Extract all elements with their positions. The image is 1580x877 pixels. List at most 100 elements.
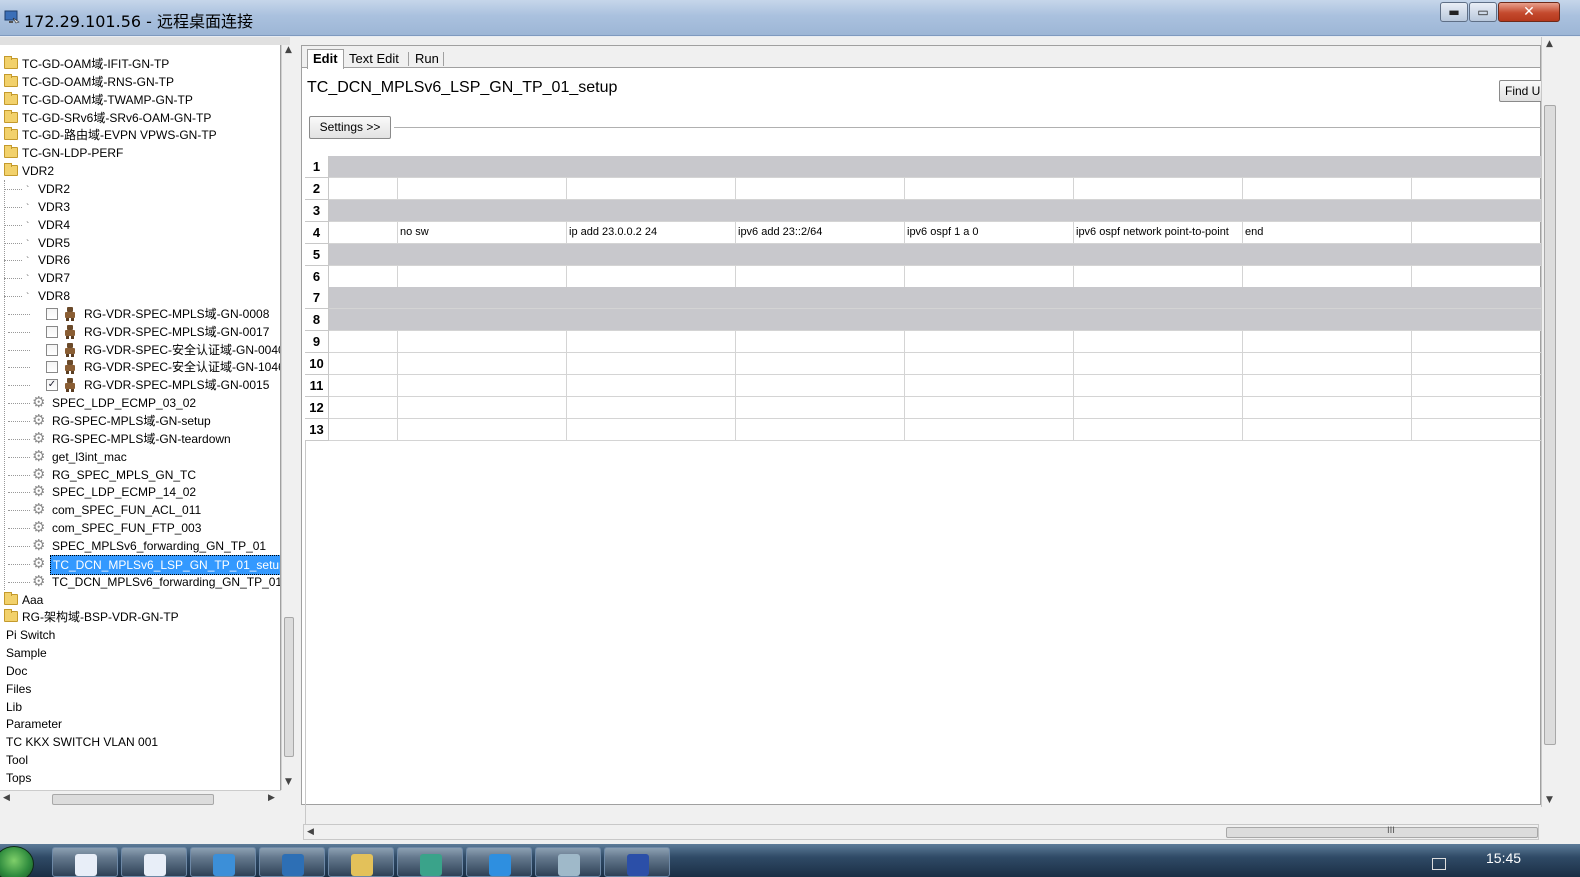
editor-horizontal-scrollbar[interactable]: ◀ III bbox=[303, 824, 1539, 840]
test-checkbox[interactable] bbox=[46, 343, 58, 356]
table-cell[interactable]: no sw bbox=[398, 221, 567, 243]
table-cell[interactable] bbox=[567, 396, 736, 418]
editor-vscroll-thumb[interactable] bbox=[1544, 105, 1556, 745]
tree-item[interactable]: TC-GD-OAM域-TWAMP-GN-TP bbox=[0, 91, 280, 109]
tree-item[interactable]: ` VDR2 bbox=[0, 180, 280, 198]
tree-item[interactable]: RG-VDR-SPEC-MPLS域-GN-0008 bbox=[0, 305, 280, 323]
table-cell[interactable] bbox=[736, 177, 905, 199]
table-cell[interactable]: ipv6 add 23::2/64 bbox=[736, 221, 905, 243]
tree-item[interactable]: ` VDR6 bbox=[0, 251, 280, 269]
tree-item[interactable]: TC-GD-OAM域-RNS-GN-TP bbox=[0, 73, 280, 91]
table-cell[interactable] bbox=[736, 265, 905, 287]
tree-scroll-thumb[interactable] bbox=[284, 617, 294, 757]
tree-horizontal-scrollbar[interactable]: ◀ ▶ bbox=[0, 790, 281, 806]
table-cell[interactable] bbox=[736, 331, 905, 353]
tree-item[interactable]: ⚙ SPEC_LDP_ECMP_14_02 bbox=[0, 483, 280, 501]
table-cell[interactable] bbox=[1412, 331, 1542, 353]
test-checkbox[interactable] bbox=[46, 307, 58, 320]
row-number[interactable]: 8 bbox=[305, 309, 329, 332]
tree-item[interactable]: ` VDR8 bbox=[0, 287, 280, 305]
tree-item[interactable]: ` VDR7 bbox=[0, 269, 280, 287]
table-cell[interactable] bbox=[329, 418, 398, 440]
scroll-left-icon[interactable]: ◀ bbox=[307, 827, 314, 837]
tree-item[interactable]: Aaa bbox=[0, 591, 280, 609]
taskbar-app-button[interactable] bbox=[535, 847, 601, 877]
scroll-up-icon[interactable]: ▲ bbox=[1546, 39, 1553, 49]
row-number[interactable]: 11 bbox=[305, 375, 329, 397]
tree-item[interactable]: Pi Switch bbox=[0, 626, 280, 644]
row-number[interactable]: 5 bbox=[305, 243, 329, 266]
table-cell[interactable] bbox=[398, 353, 567, 375]
table-cell[interactable] bbox=[905, 331, 1074, 353]
scroll-down-icon[interactable]: ▼ bbox=[285, 777, 292, 787]
tree-item[interactable]: TC-GD-路由域-EVPN VPWS-GN-TP bbox=[0, 126, 280, 144]
row-number[interactable]: 6 bbox=[305, 265, 329, 288]
table-cell[interactable] bbox=[567, 353, 736, 375]
taskbar-app-button[interactable] bbox=[466, 847, 532, 877]
taskbar-app-button[interactable] bbox=[52, 847, 118, 877]
row-number[interactable]: 12 bbox=[305, 396, 329, 419]
tree-item[interactable]: ` VDR5 bbox=[0, 234, 280, 252]
table-cell[interactable] bbox=[1243, 396, 1412, 418]
table-cell[interactable] bbox=[905, 396, 1074, 418]
editor-hscroll-thumb[interactable]: III bbox=[1226, 826, 1538, 838]
minimize-button[interactable]: ▬ bbox=[1440, 2, 1468, 22]
table-cell[interactable] bbox=[567, 177, 736, 199]
tree-item[interactable]: TC-GD-OAM域-IFIT-GN-TP bbox=[0, 55, 280, 73]
table-cell[interactable] bbox=[398, 177, 567, 199]
tree-hscroll-thumb[interactable] bbox=[52, 794, 214, 805]
row-number[interactable]: 2 bbox=[305, 177, 329, 200]
test-checkbox[interactable] bbox=[46, 325, 58, 338]
network-icon[interactable] bbox=[1432, 858, 1446, 870]
taskbar-app-button[interactable] bbox=[328, 847, 394, 877]
table-cell[interactable] bbox=[905, 177, 1074, 199]
table-cell[interactable] bbox=[1074, 265, 1243, 287]
taskbar-app-button[interactable] bbox=[604, 847, 670, 877]
tree-item[interactable]: Doc bbox=[0, 662, 280, 680]
table-cell[interactable] bbox=[329, 353, 398, 375]
editor-vertical-scrollbar[interactable]: ▲ ▼ bbox=[1541, 37, 1557, 807]
tree-item[interactable]: Sample bbox=[0, 644, 280, 662]
table-cell[interactable] bbox=[1412, 221, 1542, 243]
tree-vertical-scrollbar[interactable]: ▲ ▼ bbox=[281, 45, 295, 790]
settings-button[interactable]: Settings >> bbox=[309, 116, 391, 139]
table-cell[interactable] bbox=[329, 375, 398, 396]
taskbar-app-button[interactable] bbox=[121, 847, 187, 877]
tree-item[interactable]: Files bbox=[0, 680, 280, 698]
taskbar-app-button[interactable] bbox=[397, 847, 463, 877]
table-cell[interactable] bbox=[1243, 265, 1412, 287]
table-cell[interactable] bbox=[398, 375, 567, 396]
scroll-left-icon[interactable]: ◀ bbox=[3, 793, 10, 803]
test-checkbox[interactable] bbox=[46, 361, 58, 374]
row-number[interactable]: 3 bbox=[305, 199, 329, 222]
tree-item[interactable]: TC-GD-SRv6域-SRv6-OAM-GN-TP bbox=[0, 109, 280, 127]
table-cell[interactable] bbox=[329, 331, 398, 353]
row-number[interactable]: 9 bbox=[305, 331, 329, 354]
tree-item[interactable]: RG-VDR-SPEC-MPLS域-GN-0017 bbox=[0, 323, 280, 341]
table-cell[interactable] bbox=[736, 375, 905, 396]
tree-item[interactable]: RG-VDR-SPEC-安全认证域-GN-1046 bbox=[0, 358, 280, 376]
table-cell[interactable] bbox=[567, 331, 736, 353]
table-cell[interactable] bbox=[567, 265, 736, 287]
table-cell[interactable] bbox=[736, 353, 905, 375]
test-checkbox[interactable]: ✓ bbox=[46, 379, 58, 392]
table-cell[interactable] bbox=[1074, 418, 1243, 440]
table-cell[interactable] bbox=[1243, 418, 1412, 440]
tree-item[interactable]: TC KKX SWITCH VLAN 001 bbox=[0, 733, 280, 751]
table-cell[interactable] bbox=[329, 221, 398, 243]
close-button[interactable]: ✕ bbox=[1498, 2, 1560, 22]
tree-item[interactable]: RG-架构域-BSP-VDR-GN-TP bbox=[0, 608, 280, 626]
table-cell[interactable] bbox=[1074, 396, 1243, 418]
table-cell[interactable] bbox=[567, 375, 736, 396]
row-number[interactable]: 1 bbox=[305, 156, 329, 178]
tree-item[interactable]: ⚙ TC_DCN_MPLSv6_LSP_GN_TP_01_setup bbox=[0, 554, 280, 575]
tree-item[interactable]: ⚙ TC_DCN_MPLSv6_forwarding_GN_TP_01_ bbox=[0, 573, 280, 591]
start-button[interactable] bbox=[0, 846, 34, 877]
row-number[interactable]: 7 bbox=[305, 287, 329, 310]
tree-item[interactable]: VDR2 bbox=[0, 162, 280, 180]
table-cell[interactable] bbox=[1074, 331, 1243, 353]
tree-item[interactable]: ⚙ get_l3int_mac bbox=[0, 448, 280, 466]
taskbar-app-button[interactable] bbox=[190, 847, 256, 877]
table-cell[interactable] bbox=[1074, 375, 1243, 396]
tree-item[interactable]: ⚙ RG-SPEC-MPLS域-GN-teardown bbox=[0, 430, 280, 448]
